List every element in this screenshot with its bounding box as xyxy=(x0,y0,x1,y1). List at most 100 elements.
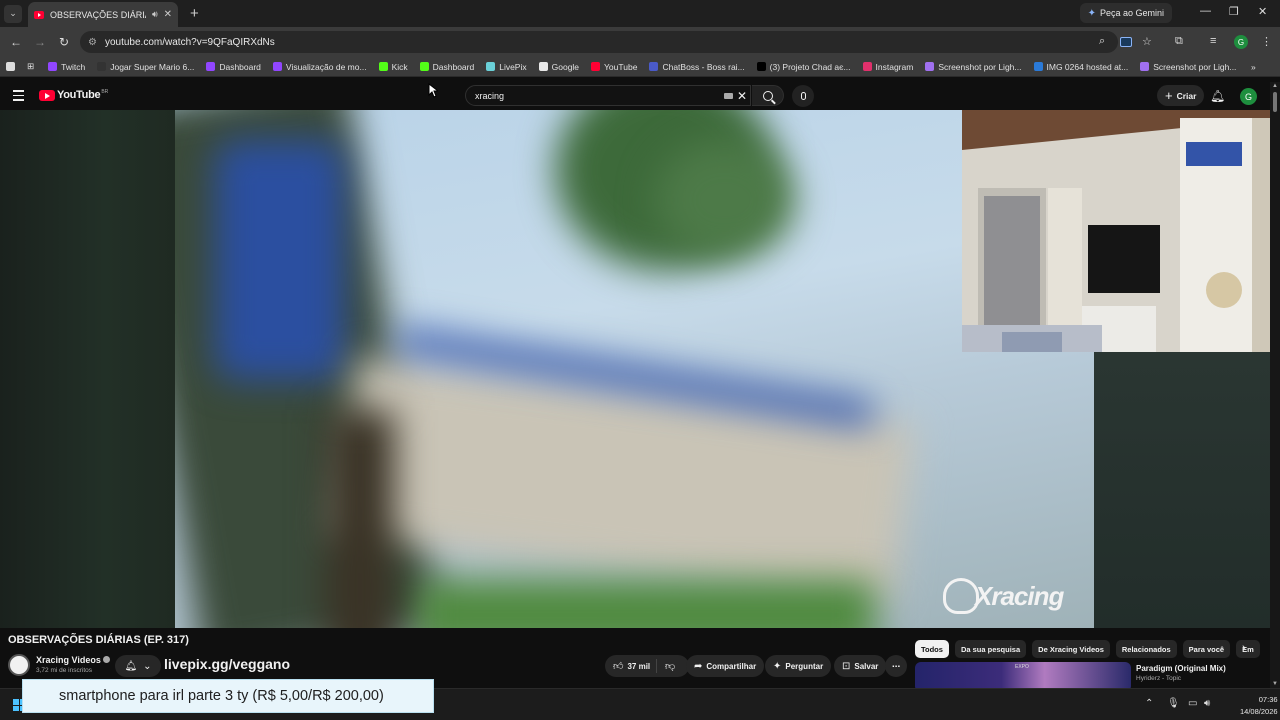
bookmark-item[interactable]: Instagram xyxy=(862,61,914,72)
scroll-thumb[interactable] xyxy=(1273,92,1277,112)
video-player[interactable]: Xracing xyxy=(0,110,1270,628)
youtube-favicon-icon xyxy=(34,10,44,19)
youtube-account-avatar[interactable]: G xyxy=(1240,88,1257,105)
bookmark-item[interactable]: Jogar Super Mario 6... xyxy=(97,62,194,72)
hamburger-menu-icon[interactable] xyxy=(13,90,24,104)
mouse-cursor-icon xyxy=(428,83,438,98)
bookmark-item[interactable]: Screenshot por Ligh... xyxy=(1140,62,1236,72)
filter-chip[interactable]: Da sua pesquisa xyxy=(954,640,1027,658)
subscribed-notifications-button[interactable]: 🔔︎ ⌄ xyxy=(115,655,161,677)
voice-search-button[interactable] xyxy=(792,85,814,107)
network-icon[interactable]: ▭ xyxy=(1188,698,1197,709)
more-actions-button[interactable]: ⋯ xyxy=(885,655,907,677)
cast-install-icon[interactable] xyxy=(1120,37,1132,47)
recommended-title[interactable]: Paradigm (Original Mix) xyxy=(1136,664,1226,673)
zoom-icon[interactable]: ⌕ xyxy=(1099,35,1105,48)
bookmark-item[interactable]: Twitch xyxy=(48,62,85,72)
site-info-icon[interactable]: ⚙︎ xyxy=(88,37,97,48)
scroll-down-icon[interactable]: ▼ xyxy=(1272,681,1278,687)
back-arrow-icon[interactable]: ← xyxy=(8,35,24,49)
restore-icon[interactable]: ❐ xyxy=(1229,5,1239,18)
sparkle-icon: ✦ xyxy=(773,660,782,672)
youtube-logo[interactable]: YouTube BR xyxy=(39,89,108,101)
microphone-icon xyxy=(800,92,806,100)
browser-tab-active[interactable]: OBSERVAÇÕES DIÁRIAS (EP 🔊︎ ✕ xyxy=(28,2,178,27)
bookmark-label: Dashboard xyxy=(219,61,261,72)
microphone-tray-icon[interactable]: 🎙︎ xyxy=(1167,698,1180,709)
youtube-play-icon xyxy=(39,89,55,101)
keyboard-icon[interactable] xyxy=(724,93,733,99)
search-button[interactable] xyxy=(752,85,784,106)
chatboss-icon xyxy=(649,62,659,71)
bookmark-item[interactable]: LivePix xyxy=(486,62,527,72)
new-tab-button[interactable]: + xyxy=(190,5,199,22)
media-control-icon[interactable]: ≡ xyxy=(1210,35,1216,47)
bell-icon: 🔔︎ xyxy=(124,660,138,672)
share-button[interactable]: ➦ Compartilhar xyxy=(686,655,765,677)
filter-chip[interactable]: De Xracing Videos xyxy=(1032,640,1110,658)
bookmark-label: Dashboard xyxy=(432,61,475,72)
bookmark-item[interactable]: Visualização de mo... xyxy=(272,62,367,72)
page-scrollbar[interactable]: ▲ ▼ xyxy=(1270,82,1280,688)
filter-chips: Todos Da sua pesquisa De Xracing Videos Rel… xyxy=(915,640,1265,658)
reload-icon[interactable]: ↻ xyxy=(56,35,72,49)
share-arrow-icon: ➦ xyxy=(694,660,703,672)
bookmark-star-icon[interactable]: ☆ xyxy=(1142,35,1152,48)
bookmark-item[interactable]: ChatBoss - Boss rai... xyxy=(649,61,745,72)
google-icon xyxy=(538,62,548,71)
ask-button[interactable]: ✦ Perguntar xyxy=(765,655,832,677)
chevron-right-icon[interactable]: › xyxy=(1242,642,1246,654)
bookmark-item[interactable]: Dashboard xyxy=(419,61,475,72)
search-input[interactable]: xracing ✕ xyxy=(465,85,751,106)
dislike-button[interactable]: 👎︎ xyxy=(657,660,679,672)
tab-search-button[interactable]: ⌄ xyxy=(4,4,22,23)
filter-chip[interactable]: Para você xyxy=(1182,640,1231,658)
tray-chevron-up-icon[interactable]: ⌃ xyxy=(1145,698,1153,709)
filter-chip[interactable]: Relacionados xyxy=(1115,640,1177,658)
filter-chip[interactable]: Todos xyxy=(915,640,949,658)
share-label: Compartilhar xyxy=(706,661,757,671)
channel-name[interactable]: Xracing Videos xyxy=(36,655,101,665)
filter-chip[interactable]: Em xyxy=(1236,640,1260,658)
volume-icon[interactable]: 🔊︎ xyxy=(1204,698,1210,709)
like-button[interactable]: 👍︎ 37 mil xyxy=(605,659,657,673)
close-window-icon[interactable]: ✕ xyxy=(1258,5,1267,18)
bookmark-item[interactable]: Google xyxy=(538,61,580,72)
bookmark-label: Instagram xyxy=(875,61,914,72)
menu-kebab-icon[interactable]: ⋮ xyxy=(1261,35,1272,48)
channel-name-wrap[interactable]: Xracing Videos xyxy=(36,655,110,665)
bookmark-item[interactable]: Screenshot por Ligh... xyxy=(925,62,1022,72)
profile-avatar[interactable]: G xyxy=(1234,35,1248,49)
video-frame[interactable] xyxy=(175,110,1094,628)
address-bar[interactable]: ⚙︎ youtube.com/watch?v=9QFaQIRXdNs xyxy=(80,31,1118,53)
bookmarks-overflow-icon[interactable]: » xyxy=(1251,62,1256,72)
notifications-bell-icon[interactable]: 🔔︎ xyxy=(1210,89,1225,103)
scroll-up-icon[interactable]: ▲ xyxy=(1272,83,1278,89)
close-tab-icon[interactable]: ✕ xyxy=(164,9,172,20)
speaker-icon[interactable]: 🔊︎ xyxy=(152,9,158,20)
bookmark-item[interactable]: IMG 0264 hosted at... xyxy=(1033,62,1128,72)
clock-time: 07:36 xyxy=(1258,695,1278,704)
lightshot-icon xyxy=(1140,62,1150,71)
bookmark-item[interactable]: (3) Projeto Chad ає... xyxy=(756,62,851,72)
search-query: xracing xyxy=(475,90,505,101)
forward-arrow-icon[interactable]: → xyxy=(32,35,48,49)
extensions-puzzle-icon[interactable]: ⧉ xyxy=(1175,35,1183,48)
gemini-button[interactable]: ✦ Peça ao Gemini xyxy=(1079,3,1172,23)
recommended-channel[interactable]: Hyriderz - Topic xyxy=(1136,675,1181,682)
bookmark-label: Google xyxy=(551,61,580,72)
bookmark-item[interactable]: Dashboard xyxy=(206,62,261,72)
minimize-icon[interactable]: — xyxy=(1200,5,1211,17)
bookmark-label: ChatBoss - Boss rai... xyxy=(662,61,745,72)
folder-icon[interactable] xyxy=(6,62,19,71)
create-button[interactable]: + Criar xyxy=(1157,85,1205,106)
webcam-overlay xyxy=(962,110,1270,352)
bookmark-item[interactable]: YouTube xyxy=(591,62,637,72)
save-button[interactable]: ⊡ Salvar xyxy=(834,655,887,677)
apps-grid-icon[interactable]: ⊞ xyxy=(27,61,34,72)
bookmark-item[interactable]: Kick xyxy=(378,62,408,72)
clear-search-icon[interactable]: ✕ xyxy=(737,89,747,103)
system-clock[interactable]: 07:36 14/08/2026 xyxy=(1240,694,1278,718)
like-count: 37 mil xyxy=(627,661,651,671)
channel-avatar[interactable] xyxy=(8,654,30,676)
